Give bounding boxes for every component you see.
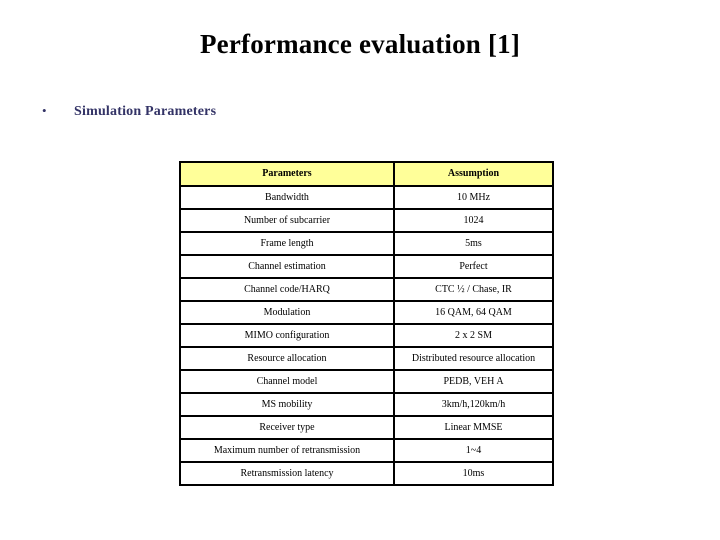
table-row: Frame length 5ms [179, 231, 554, 256]
table-row: Channel code/HARQ CTC ½ / Chase, IR [179, 277, 554, 302]
cell-assumption: 2 x 2 SM [393, 323, 554, 348]
table-row: Receiver type Linear MMSE [179, 415, 554, 440]
cell-parameter: Resource allocation [179, 346, 395, 371]
table-row: Bandwidth 10 MHz [179, 185, 554, 210]
cell-parameter: Frame length [179, 231, 395, 256]
cell-parameter: Receiver type [179, 415, 395, 440]
cell-parameter: Bandwidth [179, 185, 395, 210]
table-row: Maximum number of retransmission 1~4 [179, 438, 554, 463]
cell-parameter: Channel estimation [179, 254, 395, 279]
table-row: MS mobility 3km/h,120km/h [179, 392, 554, 417]
cell-assumption: 16 QAM, 64 QAM [393, 300, 554, 325]
bullet-item-label: Simulation Parameters [74, 104, 217, 119]
column-header-assumption: Assumption [393, 161, 554, 187]
bullet-marker-icon: • [42, 103, 47, 118]
table-row: Retransmission latency 10ms [179, 461, 554, 486]
cell-parameter: MS mobility [179, 392, 395, 417]
cell-parameter: Maximum number of retransmission [179, 438, 395, 463]
table-row: MIMO configuration 2 x 2 SM [179, 323, 554, 348]
cell-assumption: PEDB, VEH A [393, 369, 554, 394]
cell-assumption: Perfect [393, 254, 554, 279]
simulation-parameters-table: Parameters Assumption Bandwidth 10 MHz Num… [179, 161, 554, 486]
cell-assumption: 10ms [393, 461, 554, 486]
cell-assumption: CTC ½ / Chase, IR [393, 277, 554, 302]
cell-assumption: 1~4 [393, 438, 554, 463]
cell-parameter: MIMO configuration [179, 323, 395, 348]
page-title: Performance evaluation [1] [199, 29, 521, 59]
cell-parameter: Channel model [179, 369, 395, 394]
cell-assumption: 10 MHz [393, 185, 554, 210]
cell-assumption: 5ms [393, 231, 554, 256]
cell-assumption: Distributed resource allocation [393, 346, 554, 371]
table-row: Channel estimation Perfect [179, 254, 554, 279]
cell-parameter: Number of subcarrier [179, 208, 395, 233]
cell-parameter: Channel code/HARQ [179, 277, 395, 302]
bullet-item: • Simulation Parameters [42, 102, 216, 121]
table-row: Resource allocation Distributed resource … [179, 346, 554, 371]
cell-parameter: Retransmission latency [179, 461, 395, 486]
column-header-parameters: Parameters [179, 161, 395, 187]
cell-assumption: 3km/h,120km/h [393, 392, 554, 417]
table-header-row: Parameters Assumption [179, 161, 554, 187]
cell-parameter: Modulation [179, 300, 395, 325]
cell-assumption: Linear MMSE [393, 415, 554, 440]
table-row: Modulation 16 QAM, 64 QAM [179, 300, 554, 325]
cell-assumption: 1024 [393, 208, 554, 233]
table-row: Number of subcarrier 1024 [179, 208, 554, 233]
table-row: Channel model PEDB, VEH A [179, 369, 554, 394]
